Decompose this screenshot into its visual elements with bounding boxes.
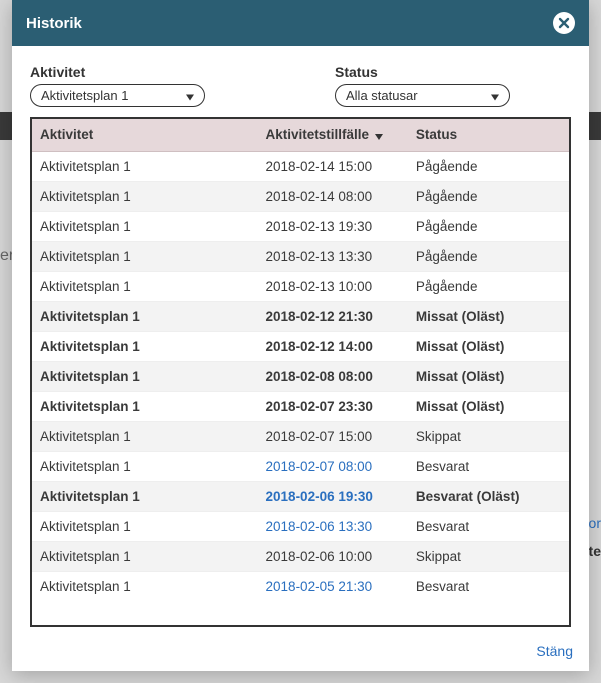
modal-body: Aktivitet Aktivitetsplan 1 Status Alla s… — [12, 46, 589, 635]
cell-status: Besvarat — [408, 451, 569, 481]
cell-activity: Aktivitetsplan 1 — [32, 361, 258, 391]
cell-time: 2018-02-12 14:00 — [258, 331, 408, 361]
table-row[interactable]: Aktivitetsplan 12018-02-13 10:00Pågående — [32, 271, 569, 301]
cell-status: Besvarat — [408, 571, 569, 601]
cell-activity: Aktivitetsplan 1 — [32, 571, 258, 601]
cell-activity: Aktivitetsplan 1 — [32, 481, 258, 511]
table-row[interactable]: Aktivitetsplan 12018-02-07 08:00Besvarat — [32, 451, 569, 481]
cell-status: Missat (Oläst) — [408, 301, 569, 331]
history-table-body: Aktivitetsplan 12018-02-14 15:00Pågående… — [32, 151, 569, 601]
cell-activity: Aktivitetsplan 1 — [32, 541, 258, 571]
cell-activity: Aktivitetsplan 1 — [32, 331, 258, 361]
activity-select-value: Aktivitetsplan 1 — [41, 88, 128, 103]
cell-time: 2018-02-07 23:30 — [258, 391, 408, 421]
filter-status-label: Status — [335, 64, 510, 80]
history-table-container: Aktivitet Aktivitetstillfälle Status Akt… — [30, 117, 571, 627]
cell-status: Pågående — [408, 241, 569, 271]
filter-bar: Aktivitet Aktivitetsplan 1 Status Alla s… — [30, 64, 571, 107]
status-select-value: Alla statusar — [346, 88, 418, 103]
cell-time: 2018-02-07 15:00 — [258, 421, 408, 451]
sort-desc-icon — [375, 128, 383, 143]
cell-status: Besvarat (Oläst) — [408, 481, 569, 511]
history-modal: Historik Aktivitet Aktivitetsplan 1 Stat… — [12, 0, 589, 671]
filter-status: Status Alla statusar — [335, 64, 510, 107]
cell-status: Pågående — [408, 271, 569, 301]
status-select[interactable]: Alla statusar — [335, 84, 510, 107]
table-row[interactable]: Aktivitetsplan 12018-02-06 13:30Besvarat — [32, 511, 569, 541]
caret-down-icon — [491, 88, 499, 103]
cell-time: 2018-02-12 21:30 — [258, 301, 408, 331]
close-button[interactable] — [553, 12, 575, 34]
modal-footer: Stäng — [12, 635, 589, 671]
cell-time: 2018-02-13 13:30 — [258, 241, 408, 271]
bg-fragment: or — [589, 515, 601, 531]
table-row[interactable]: Aktivitetsplan 12018-02-12 14:00Missat (… — [32, 331, 569, 361]
cell-activity: Aktivitetsplan 1 — [32, 391, 258, 421]
cell-activity: Aktivitetsplan 1 — [32, 151, 258, 181]
table-row[interactable]: Aktivitetsplan 12018-02-08 08:00Missat (… — [32, 361, 569, 391]
activity-select[interactable]: Aktivitetsplan 1 — [30, 84, 205, 107]
cell-status: Missat (Oläst) — [408, 331, 569, 361]
col-activity[interactable]: Aktivitet — [32, 119, 258, 151]
table-row[interactable]: Aktivitetsplan 12018-02-06 19:30Besvarat… — [32, 481, 569, 511]
cell-time: 2018-02-08 08:00 — [258, 361, 408, 391]
cell-status: Missat (Oläst) — [408, 361, 569, 391]
cell-time: 2018-02-13 10:00 — [258, 271, 408, 301]
table-row[interactable]: Aktivitetsplan 12018-02-14 08:00Pågående — [32, 181, 569, 211]
cell-status: Skippat — [408, 541, 569, 571]
cell-time: 2018-02-14 15:00 — [258, 151, 408, 181]
table-row[interactable]: Aktivitetsplan 12018-02-14 15:00Pågående — [32, 151, 569, 181]
close-link[interactable]: Stäng — [536, 643, 573, 659]
filter-activity: Aktivitet Aktivitetsplan 1 — [30, 64, 205, 107]
cell-activity: Aktivitetsplan 1 — [32, 511, 258, 541]
cell-time[interactable]: 2018-02-06 13:30 — [258, 511, 408, 541]
table-row[interactable]: Aktivitetsplan 12018-02-13 19:30Pågående — [32, 211, 569, 241]
cell-status: Pågående — [408, 151, 569, 181]
caret-down-icon — [186, 88, 194, 103]
cell-time: 2018-02-06 10:00 — [258, 541, 408, 571]
table-row[interactable]: Aktivitetsplan 12018-02-06 10:00Skippat — [32, 541, 569, 571]
table-row[interactable]: Aktivitetsplan 12018-02-07 23:30Missat (… — [32, 391, 569, 421]
cell-status: Pågående — [408, 181, 569, 211]
cell-time[interactable]: 2018-02-07 08:00 — [258, 451, 408, 481]
table-row[interactable]: Aktivitetsplan 12018-02-12 21:30Missat (… — [32, 301, 569, 331]
modal-title: Historik — [26, 15, 82, 32]
col-occasion[interactable]: Aktivitetstillfälle — [258, 119, 408, 151]
cell-activity: Aktivitetsplan 1 — [32, 301, 258, 331]
table-row[interactable]: Aktivitetsplan 12018-02-07 15:00Skippat — [32, 421, 569, 451]
cell-activity: Aktivitetsplan 1 — [32, 211, 258, 241]
cell-activity: Aktivitetsplan 1 — [32, 421, 258, 451]
cell-activity: Aktivitetsplan 1 — [32, 181, 258, 211]
cell-time[interactable]: 2018-02-06 19:30 — [258, 481, 408, 511]
col-status[interactable]: Status — [408, 119, 569, 151]
cell-status: Pågående — [408, 211, 569, 241]
cell-activity: Aktivitetsplan 1 — [32, 241, 258, 271]
cell-status: Missat (Oläst) — [408, 391, 569, 421]
cell-status: Skippat — [408, 421, 569, 451]
table-row[interactable]: Aktivitetsplan 12018-02-05 21:30Besvarat — [32, 571, 569, 601]
cell-activity: Aktivitetsplan 1 — [32, 271, 258, 301]
modal-header: Historik — [12, 0, 589, 46]
cell-activity: Aktivitetsplan 1 — [32, 451, 258, 481]
close-icon — [558, 17, 570, 29]
filter-activity-label: Aktivitet — [30, 64, 205, 80]
table-row[interactable]: Aktivitetsplan 12018-02-13 13:30Pågående — [32, 241, 569, 271]
history-table: Aktivitet Aktivitetstillfälle Status Akt… — [32, 119, 569, 601]
cell-time: 2018-02-14 08:00 — [258, 181, 408, 211]
cell-time: 2018-02-13 19:30 — [258, 211, 408, 241]
cell-status: Besvarat — [408, 511, 569, 541]
col-occasion-label: Aktivitetstillfälle — [266, 127, 370, 142]
cell-time[interactable]: 2018-02-05 21:30 — [258, 571, 408, 601]
